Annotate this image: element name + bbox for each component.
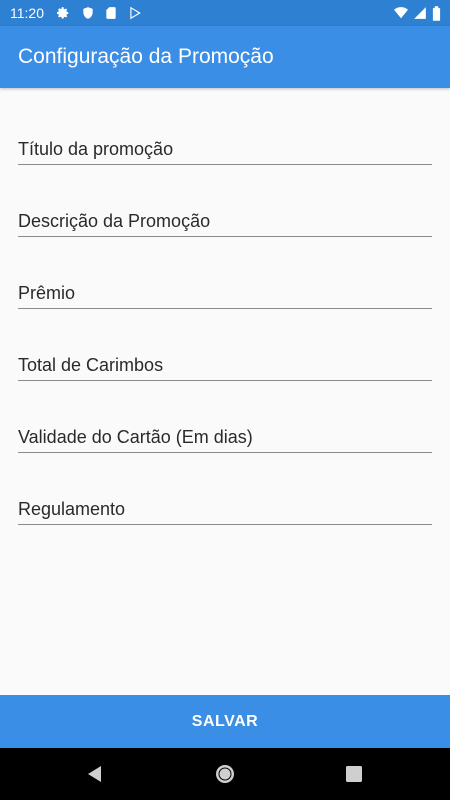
card-validity-field[interactable]: Validade do Cartão (Em dias): [18, 416, 432, 453]
app-bar: Configuração da Promoção: [0, 26, 450, 88]
promotion-description-field[interactable]: Descrição da Promoção: [18, 200, 432, 237]
sd-card-icon: [104, 6, 118, 20]
back-icon[interactable]: [83, 762, 107, 786]
field-placeholder: Descrição da Promoção: [18, 211, 211, 231]
status-bar: 11:20: [0, 0, 450, 26]
field-placeholder: Regulamento: [18, 499, 126, 519]
page-title: Configuração da Promoção: [18, 45, 274, 68]
cell-signal-icon: [413, 6, 427, 20]
promotion-title-field[interactable]: Título da promoção: [18, 128, 432, 165]
prize-field[interactable]: Prêmio: [18, 272, 432, 309]
battery-icon: [432, 6, 442, 21]
field-placeholder: Prêmio: [18, 283, 76, 303]
field-placeholder: Validade do Cartão (Em dias): [18, 427, 253, 447]
field-placeholder: Título da promoção: [18, 139, 174, 159]
field-placeholder: Total de Carimbos: [18, 355, 164, 375]
system-nav-bar: [0, 748, 450, 800]
wifi-icon: [393, 6, 409, 20]
home-icon[interactable]: [213, 762, 237, 786]
shield-icon: [81, 6, 95, 20]
total-stamps-field[interactable]: Total de Carimbos: [18, 344, 432, 381]
gear-icon: [56, 6, 70, 20]
play-store-icon: [128, 6, 142, 20]
recents-icon[interactable]: [342, 762, 366, 786]
status-time: 11:20: [10, 5, 44, 21]
save-button[interactable]: SALVAR: [0, 695, 450, 748]
save-button-label: SALVAR: [191, 713, 259, 730]
regulations-field[interactable]: Regulamento: [18, 488, 432, 525]
